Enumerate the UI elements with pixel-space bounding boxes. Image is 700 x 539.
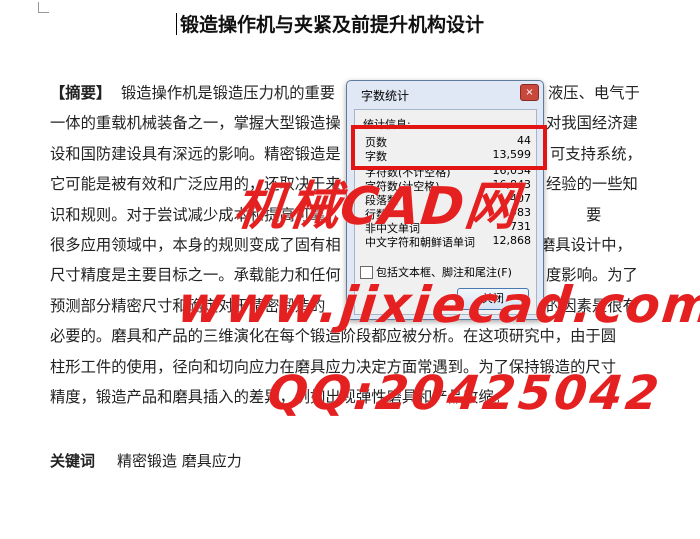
dialog-title: 字数统计 — [361, 89, 410, 103]
watermark-line-1: 机械CAD网 — [231, 177, 522, 237]
close-icon[interactable]: × — [520, 84, 539, 101]
watermark-line-2: www.jixiecad.com — [174, 276, 700, 334]
abstract-body[interactable]: 【摘要】 锻造操作机是锻造压力机的重要 液压、电气于 一体的重载机械装备之一，掌握… — [50, 78, 642, 412]
keywords-label: 关键词 — [50, 452, 96, 470]
watermark-line-3: QQ:20425042 — [265, 366, 665, 421]
page-corner-mark — [38, 2, 49, 13]
abstract-line: 【摘要】 锻造操作机是锻造压力机的重要 液压、电气于 — [50, 84, 640, 102]
keywords-text: 精密锻造 磨具应力 — [117, 452, 242, 470]
abstract-line: 一体的重载机械装备之一，掌握大型锻造操 对我国经济建 — [50, 114, 638, 133]
keywords-line: 关键词 精密锻造 磨具应力 — [50, 450, 242, 471]
abstract-label: 【摘要】 — [50, 84, 112, 102]
text-cursor — [176, 13, 177, 35]
document-title[interactable]: 锻造操作机与夹紧及前提升机构设计 — [180, 10, 484, 37]
